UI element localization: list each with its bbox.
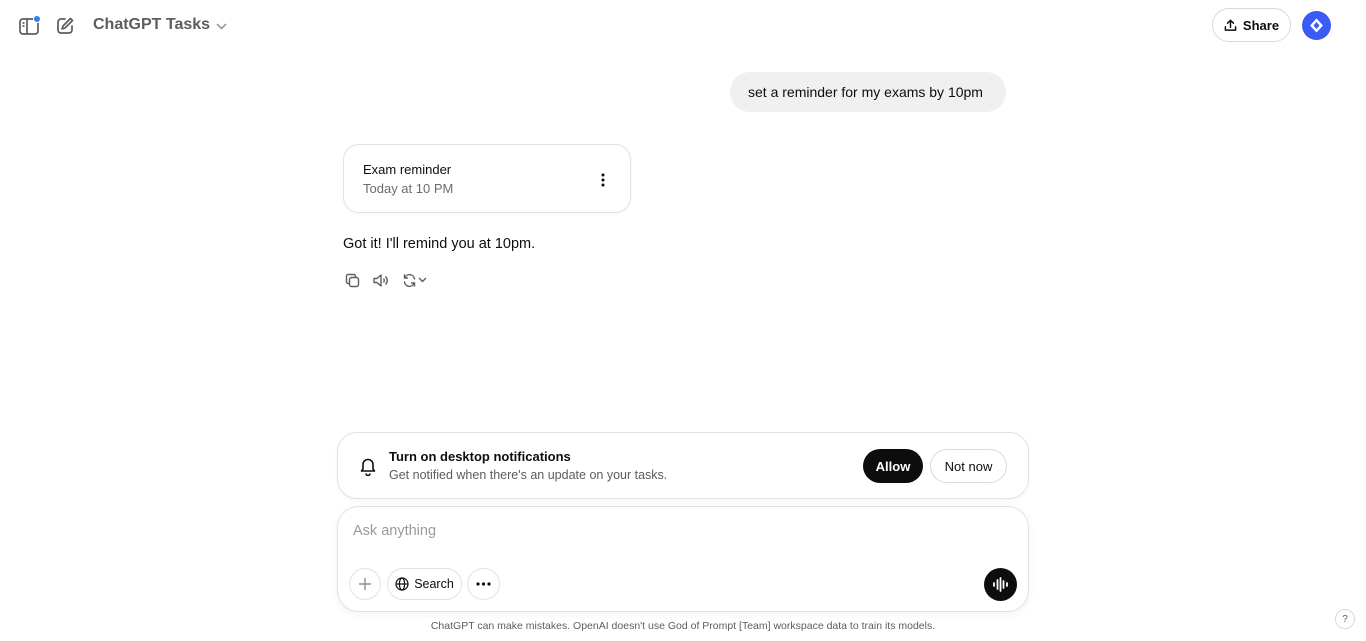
- pencil-square-icon: [57, 17, 74, 34]
- new-chat-button[interactable]: [53, 14, 77, 38]
- task-title: Exam reminder: [363, 162, 452, 177]
- vertical-ellipsis-icon: [601, 173, 605, 187]
- avatar[interactable]: [1302, 11, 1331, 40]
- not-now-button[interactable]: Not now: [930, 449, 1007, 483]
- task-time: Today at 10 PM: [363, 181, 454, 196]
- user-message-text: set a reminder for my exams by 10pm: [748, 84, 983, 100]
- read-aloud-button[interactable]: [371, 271, 389, 289]
- regenerate-button[interactable]: [399, 271, 429, 289]
- notification-banner: Turn on desktop notifications Get notifi…: [337, 432, 1029, 499]
- composer: Search: [337, 506, 1029, 612]
- plus-icon: [358, 577, 372, 591]
- chevron-down-icon: [418, 277, 426, 283]
- upload-icon: [1224, 19, 1237, 31]
- chevron-down-icon: [216, 19, 227, 33]
- allow-button[interactable]: Allow: [863, 449, 923, 483]
- diamond-logo-icon: [1310, 18, 1323, 33]
- sidebar-toggle-button[interactable]: [16, 14, 42, 38]
- task-more-button[interactable]: [594, 170, 612, 190]
- ellipsis-icon: [476, 582, 491, 586]
- notification-subtitle: Get notified when there's an update on y…: [389, 468, 668, 482]
- prompt-input[interactable]: [353, 519, 993, 543]
- search-label: Search: [414, 577, 454, 591]
- assistant-message-text: Got it! I'll remind you at 10pm.: [343, 236, 536, 252]
- task-card[interactable]: Exam reminder Today at 10 PM: [343, 144, 631, 213]
- notification-title: Turn on desktop notifications: [389, 449, 571, 464]
- speaker-icon: [372, 273, 388, 287]
- model-selector[interactable]: ChatGPT Tasks: [93, 16, 227, 34]
- voice-mode-button[interactable]: [984, 568, 1017, 601]
- share-button[interactable]: Share: [1212, 8, 1291, 42]
- globe-icon: [395, 577, 409, 591]
- model-title: ChatGPT Tasks: [93, 16, 211, 33]
- refresh-icon: [403, 273, 415, 287]
- bell-icon: [358, 456, 378, 477]
- copy-icon: [345, 273, 359, 287]
- more-tools-button[interactable]: [467, 568, 500, 600]
- notification-dot: [33, 15, 41, 23]
- message-actions: [343, 271, 429, 289]
- share-label: Share: [1242, 17, 1280, 33]
- search-button[interactable]: Search: [387, 568, 462, 600]
- user-message-bubble: set a reminder for my exams by 10pm: [730, 72, 1006, 112]
- attach-button[interactable]: [349, 568, 381, 600]
- copy-button[interactable]: [343, 271, 361, 289]
- disclaimer-text: ChatGPT can make mistakes. OpenAI doesn'…: [430, 620, 936, 632]
- help-button[interactable]: ?: [1335, 609, 1355, 629]
- waveform-icon: [993, 577, 1008, 592]
